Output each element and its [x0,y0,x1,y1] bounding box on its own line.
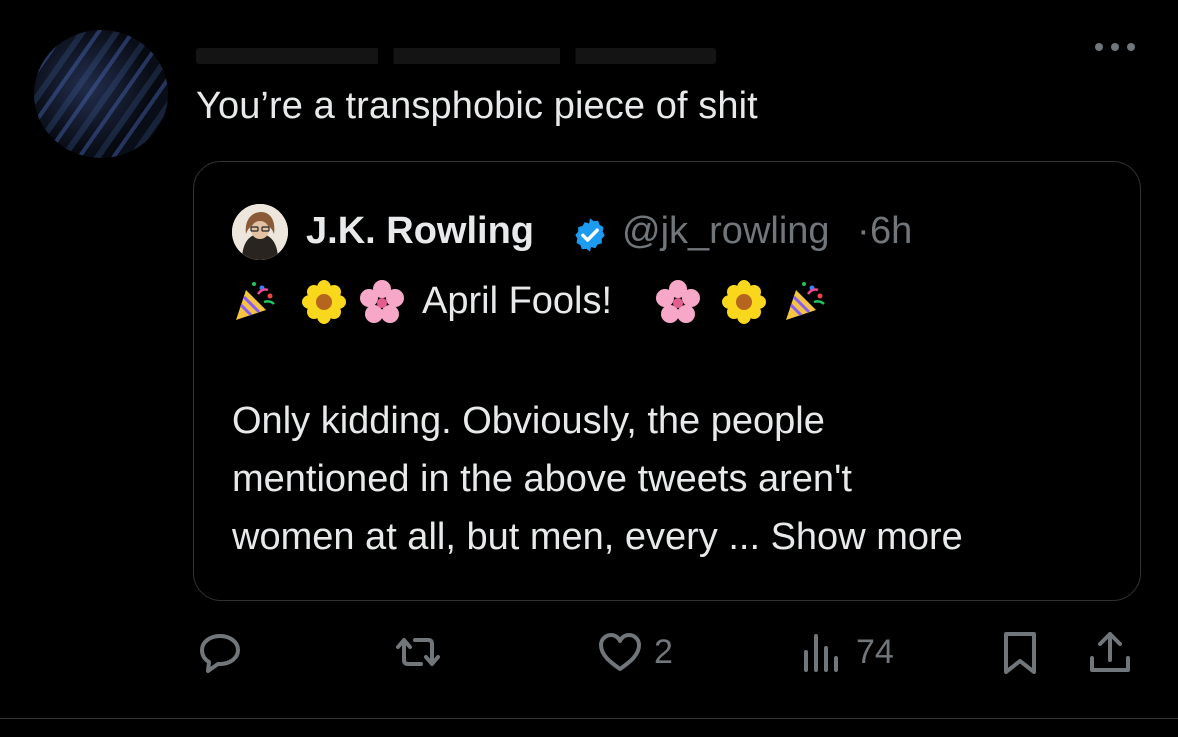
tweet-timestamp[interactable]: 6h [870,206,912,256]
quoted-author-avatar[interactable] [232,204,288,260]
views-button[interactable]: 74 [798,622,894,682]
pink-blossom-icon [656,280,700,324]
more-options-button[interactable] [1090,34,1140,60]
quoted-tweet-card[interactable]: J.K. Rowling @jk_rowling · 6h April Fool… [193,161,1141,601]
yellow-flower-icon [722,280,766,324]
bookmark-icon [1004,632,1036,674]
share-icon [1090,632,1130,672]
reply-author-avatar[interactable] [34,30,168,158]
body-line: mentioned in the above tweets aren't [232,458,852,500]
share-button[interactable] [1086,622,1134,682]
reply-text: You’re a transphobic piece of shit [196,85,758,127]
like-count: 2 [654,632,673,671]
show-more-link[interactable]: Show more [771,516,963,558]
heart-icon [599,633,641,671]
views-icon [804,634,838,672]
body-line: Only kidding. Obviously, the people [232,400,825,442]
reply-button[interactable] [196,622,244,682]
quoted-tweet-body: Only kidding. Obviously, the people ment… [232,392,1122,566]
reply-author-name-redacted [196,48,716,64]
author-avatar-image [232,204,288,260]
like-button[interactable]: 2 [596,622,673,682]
party-popper-icon [782,280,826,324]
separator-dot: · [857,210,870,252]
divider [0,718,1178,719]
body-line: women at all, but men, every ... Show mo… [232,508,1122,566]
tweet-action-bar: 2 74 [0,622,1178,682]
retweet-icon [396,638,440,666]
reply-icon [200,634,240,673]
more-icon [1095,43,1135,51]
party-popper-icon [232,280,276,324]
retweet-button[interactable] [394,622,442,682]
yellow-flower-icon [302,280,346,324]
view-count: 74 [856,632,894,671]
body-line-text: women at all, but men, every ... [232,516,761,558]
verified-badge-icon [571,216,609,254]
april-fools-text: April Fools! [422,280,613,322]
quoted-author-name[interactable]: J.K. Rowling [306,206,534,256]
pink-blossom-icon [360,280,404,324]
bookmark-button[interactable] [996,622,1044,682]
quoted-author-handle[interactable]: @jk_rowling [622,206,830,256]
